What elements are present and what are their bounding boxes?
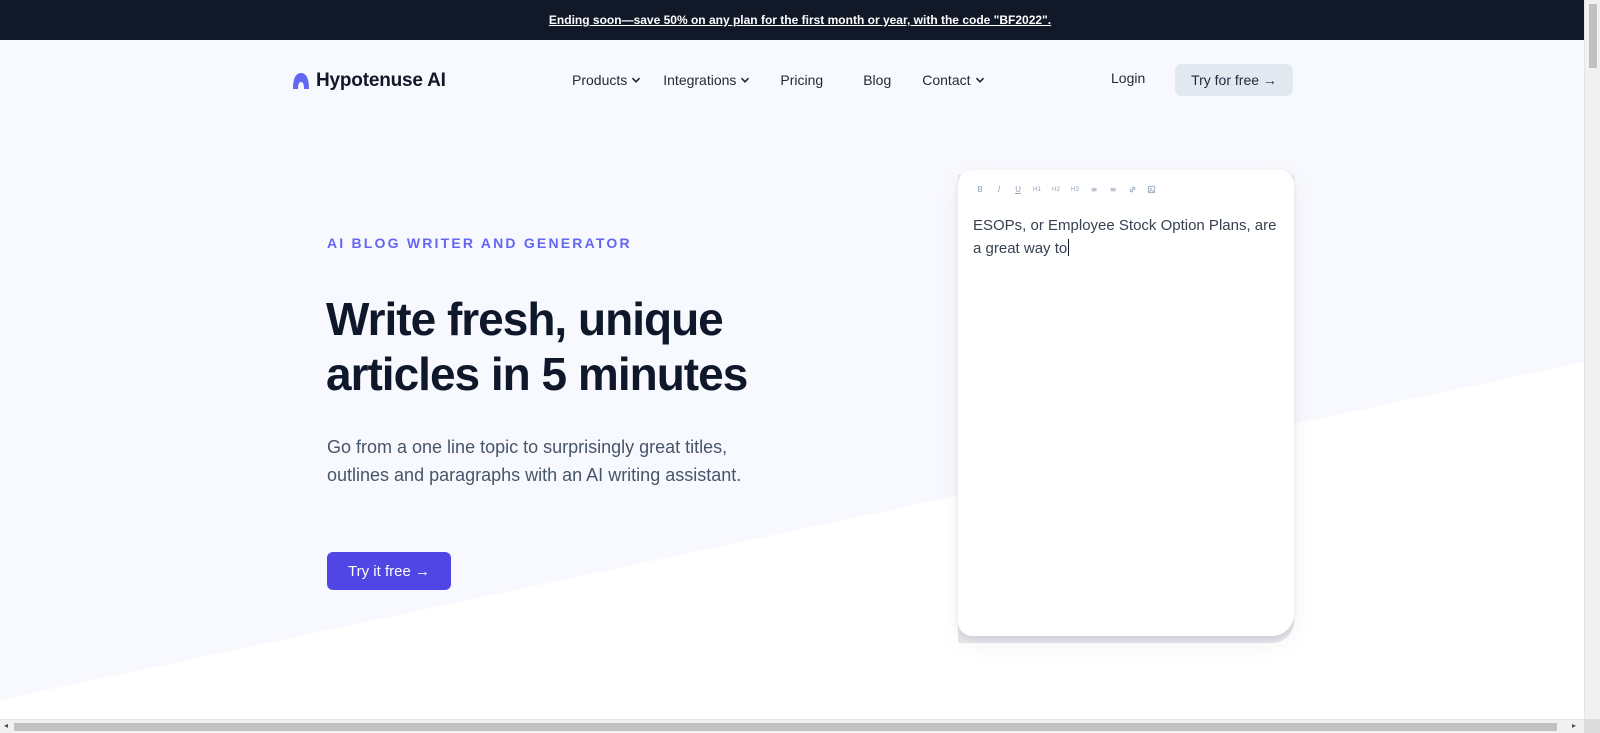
vertical-scrollbar[interactable] bbox=[1584, 0, 1600, 719]
nav-item-label: Blog bbox=[863, 72, 892, 88]
hero-eyebrow: AI BLOG WRITER AND GENERATOR bbox=[327, 235, 632, 251]
arch-logo-icon bbox=[293, 73, 309, 89]
numbered-list-icon[interactable]: ≡ bbox=[1107, 182, 1119, 196]
scrollbar-corner bbox=[1584, 719, 1600, 733]
hero-headline: Write fresh, unique articles in 5 minute… bbox=[326, 293, 748, 400]
vertical-scroll-thumb[interactable] bbox=[1589, 4, 1597, 68]
image-glyph bbox=[1147, 185, 1155, 193]
nav-item-blog[interactable]: Blog bbox=[863, 70, 891, 90]
chevron-down-icon bbox=[975, 77, 984, 83]
nav-item-products[interactable]: Products bbox=[572, 70, 641, 90]
editor-toolbar: B I U H1 H2 H3 ≡ ≡ bbox=[974, 182, 1157, 196]
heading-2-icon[interactable]: H2 bbox=[1050, 182, 1062, 196]
try-it-free-button[interactable]: Try it free → bbox=[327, 552, 451, 590]
underline-icon[interactable]: U bbox=[1012, 182, 1024, 196]
announcement-link[interactable]: Ending soon—save 50% on any plan for the… bbox=[549, 13, 1051, 27]
link-glyph bbox=[1129, 186, 1135, 192]
brand-name: Hypotenuse AI bbox=[316, 70, 446, 91]
scroll-left-arrow-icon[interactable]: ◂ bbox=[4, 722, 8, 730]
announcement-bar: Ending soon—save 50% on any plan for the… bbox=[0, 0, 1600, 40]
nav-item-label: Contact bbox=[922, 72, 971, 88]
top-navigation: Hypotenuse AI Products Integrations Pric… bbox=[0, 40, 1584, 122]
link-icon[interactable] bbox=[1126, 182, 1138, 196]
horizontal-scroll-thumb[interactable] bbox=[14, 723, 1557, 731]
try-for-free-button[interactable]: Try for free → bbox=[1175, 64, 1293, 96]
bold-icon[interactable]: B bbox=[974, 182, 986, 196]
login-link[interactable]: Login bbox=[1111, 70, 1145, 86]
nav-item-label: Pricing bbox=[780, 72, 824, 88]
bullet-list-icon[interactable]: ≡ bbox=[1088, 182, 1100, 196]
heading-3-icon[interactable]: H3 bbox=[1069, 182, 1081, 196]
scroll-right-arrow-icon[interactable]: ▸ bbox=[1572, 722, 1576, 730]
chevron-down-icon bbox=[632, 77, 641, 83]
editor-text-area[interactable]: ESOPs, or Employee Stock Option Plans, a… bbox=[973, 214, 1279, 260]
nav-item-pricing[interactable]: Pricing bbox=[780, 70, 823, 90]
image-icon[interactable] bbox=[1145, 182, 1157, 196]
nav-item-integrations[interactable]: Integrations bbox=[663, 70, 750, 90]
main-menu: Products Integrations Pricing Blog Conta… bbox=[572, 70, 985, 90]
chevron-down-icon bbox=[741, 77, 750, 83]
heading-1-icon[interactable]: H1 bbox=[1031, 182, 1043, 196]
editor-card: B I U H1 H2 H3 ≡ ≡ ESOPs, or Employee St… bbox=[958, 170, 1294, 636]
brand-logo[interactable]: Hypotenuse AI bbox=[292, 70, 446, 92]
nav-item-contact[interactable]: Contact bbox=[922, 70, 984, 90]
italic-icon[interactable]: I bbox=[993, 182, 1005, 196]
nav-item-label: Integrations bbox=[663, 72, 737, 88]
text-caret bbox=[1068, 239, 1070, 256]
horizontal-scrollbar[interactable]: ◂ ▸ bbox=[0, 719, 1584, 733]
hero-subtext: Go from a one line topic to surprisingly… bbox=[327, 437, 742, 485]
editor-content: ESOPs, or Employee Stock Option Plans, a… bbox=[973, 217, 1277, 257]
nav-item-label: Products bbox=[572, 72, 628, 88]
